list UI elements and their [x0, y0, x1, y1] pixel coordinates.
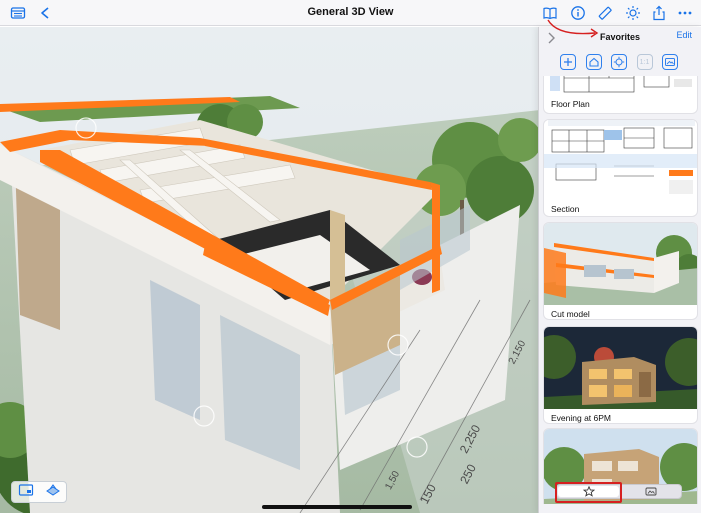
section-thumbnail — [544, 120, 697, 200]
views-icon — [645, 487, 656, 496]
home-icon[interactable] — [585, 54, 602, 70]
panel-tab-bar — [556, 484, 682, 499]
edit-button[interactable]: Edit — [676, 30, 692, 40]
card-label: Floor Plan — [551, 99, 590, 109]
panel-tools: 1:1 — [539, 49, 701, 75]
3d-view-icon[interactable] — [45, 483, 61, 502]
3d-model-scene — [0, 27, 540, 513]
floor-plan-thumbnail — [544, 76, 697, 97]
favorites-panel: Favorites Edit 1:1 Floor Plan Section Cu… — [538, 27, 701, 513]
2d-view-icon[interactable] — [18, 483, 34, 502]
list-item[interactable]: Evening at 6PM — [543, 326, 698, 424]
gallery-icon[interactable] — [662, 54, 678, 70]
fit-icon[interactable] — [611, 54, 627, 70]
card-label: Evening at 6PM — [551, 413, 612, 423]
card-label: Section — [551, 204, 580, 214]
more-icon[interactable] — [676, 4, 694, 22]
brightness-icon[interactable] — [624, 4, 642, 22]
list-item[interactable]: Floor Plan — [543, 76, 698, 114]
star-icon — [582, 486, 595, 497]
share-icon[interactable] — [650, 4, 668, 22]
annotation-arrow — [547, 19, 599, 38]
3d-viewport[interactable]: 2,250 250 2,150 1,50 150 — [0, 27, 540, 513]
home-indicator — [262, 505, 412, 509]
view-mode-toolbar — [11, 481, 67, 503]
one-to-one-icon[interactable]: 1:1 — [636, 54, 653, 70]
list-item[interactable]: Section — [543, 119, 698, 217]
add-icon[interactable] — [560, 54, 576, 70]
favorites-list: Floor Plan Section Cut model Evening at … — [543, 76, 698, 504]
card-label: Cut model — [551, 309, 590, 319]
list-item[interactable]: Cut model — [543, 222, 698, 320]
cut-model-thumbnail — [544, 223, 697, 305]
evening-render-thumbnail — [544, 327, 697, 409]
tab-favorites[interactable] — [558, 486, 619, 497]
tab-views[interactable] — [620, 485, 681, 498]
